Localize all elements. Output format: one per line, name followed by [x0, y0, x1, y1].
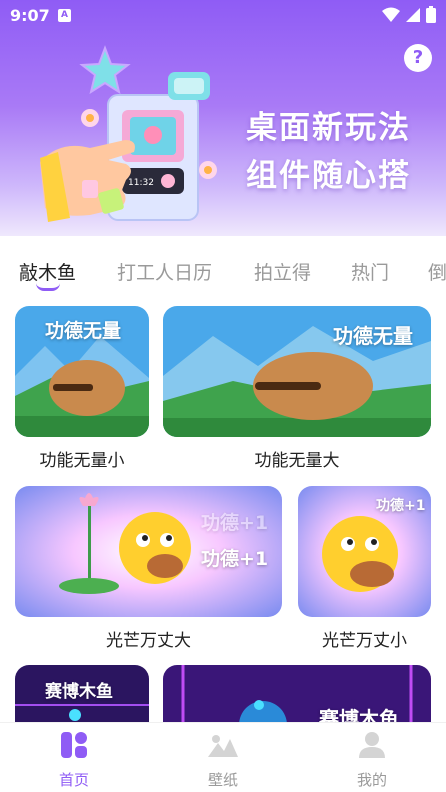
mountain-image-icon: [208, 735, 238, 757]
tab-hot[interactable]: 热门: [351, 258, 389, 285]
tab-polaroid[interactable]: 拍立得: [254, 258, 311, 285]
hero-banner[interactable]: 9:07 A ? 11:32 桌面新玩法 组件随心搭: [0, 0, 446, 236]
notification-a-icon: A: [58, 9, 71, 22]
widget-card-radiance-small[interactable]: 功德+1: [298, 486, 431, 617]
card-overlay-text-faded: 功德+1: [201, 512, 269, 534]
card-title: 功能无量大: [254, 451, 340, 471]
card-overlay-text: 功德+1: [201, 548, 269, 570]
card-overlay-text: 功德无量: [45, 320, 122, 342]
status-bar: 9:07 A: [0, 0, 446, 32]
status-time: 9:07: [10, 6, 50, 25]
hero-headline-2: 组件随心搭: [246, 158, 411, 194]
widget-time: 11:32: [128, 178, 154, 188]
wifi-icon: [382, 7, 400, 22]
nav-label: 壁纸: [207, 771, 238, 789]
card-title: 光芒万丈大: [106, 631, 191, 651]
signal-icon: [406, 7, 420, 22]
card-overlay-text: 功德+1: [376, 498, 426, 514]
tab-worker-calendar[interactable]: 打工人日历: [117, 258, 212, 285]
help-button[interactable]: ?: [404, 44, 432, 72]
hero-headline-1: 桌面新玩法: [246, 110, 411, 146]
hand-phone-illustration: 11:32: [40, 45, 217, 222]
widget-card-radiance-large[interactable]: 功德+1 功德+1: [15, 486, 282, 617]
card-overlay-text: 赛博木鱼: [45, 682, 113, 702]
nav-label: 我的: [356, 771, 387, 789]
user-icon: [359, 732, 385, 758]
tab-countdown[interactable]: 倒: [428, 258, 446, 285]
nav-profile[interactable]: 我的: [327, 731, 417, 790]
card-title: 光芒万丈小: [322, 631, 407, 651]
battery-icon: [426, 6, 436, 23]
star-icon: [79, 45, 131, 95]
widget-card-muyu-large[interactable]: 功德无量: [163, 306, 431, 437]
card-overlay-text: 功德无量: [333, 324, 413, 348]
nav-wallpaper[interactable]: 壁纸: [178, 731, 268, 790]
tab-muyu[interactable]: 敲木鱼: [19, 258, 76, 285]
nav-label: 首页: [58, 771, 89, 789]
nav-home[interactable]: 首页: [29, 731, 119, 790]
home-grid-icon: [61, 732, 87, 758]
active-tab-indicator: [36, 283, 60, 291]
category-tabs: 敲木鱼 打工人日历 拍立得 热门 倒: [0, 236, 446, 296]
widget-card-muyu-small[interactable]: 功德无量: [15, 306, 149, 437]
card-title: 功能无量小: [39, 451, 125, 471]
bottom-navigation: 首页 壁纸 我的: [0, 722, 446, 792]
